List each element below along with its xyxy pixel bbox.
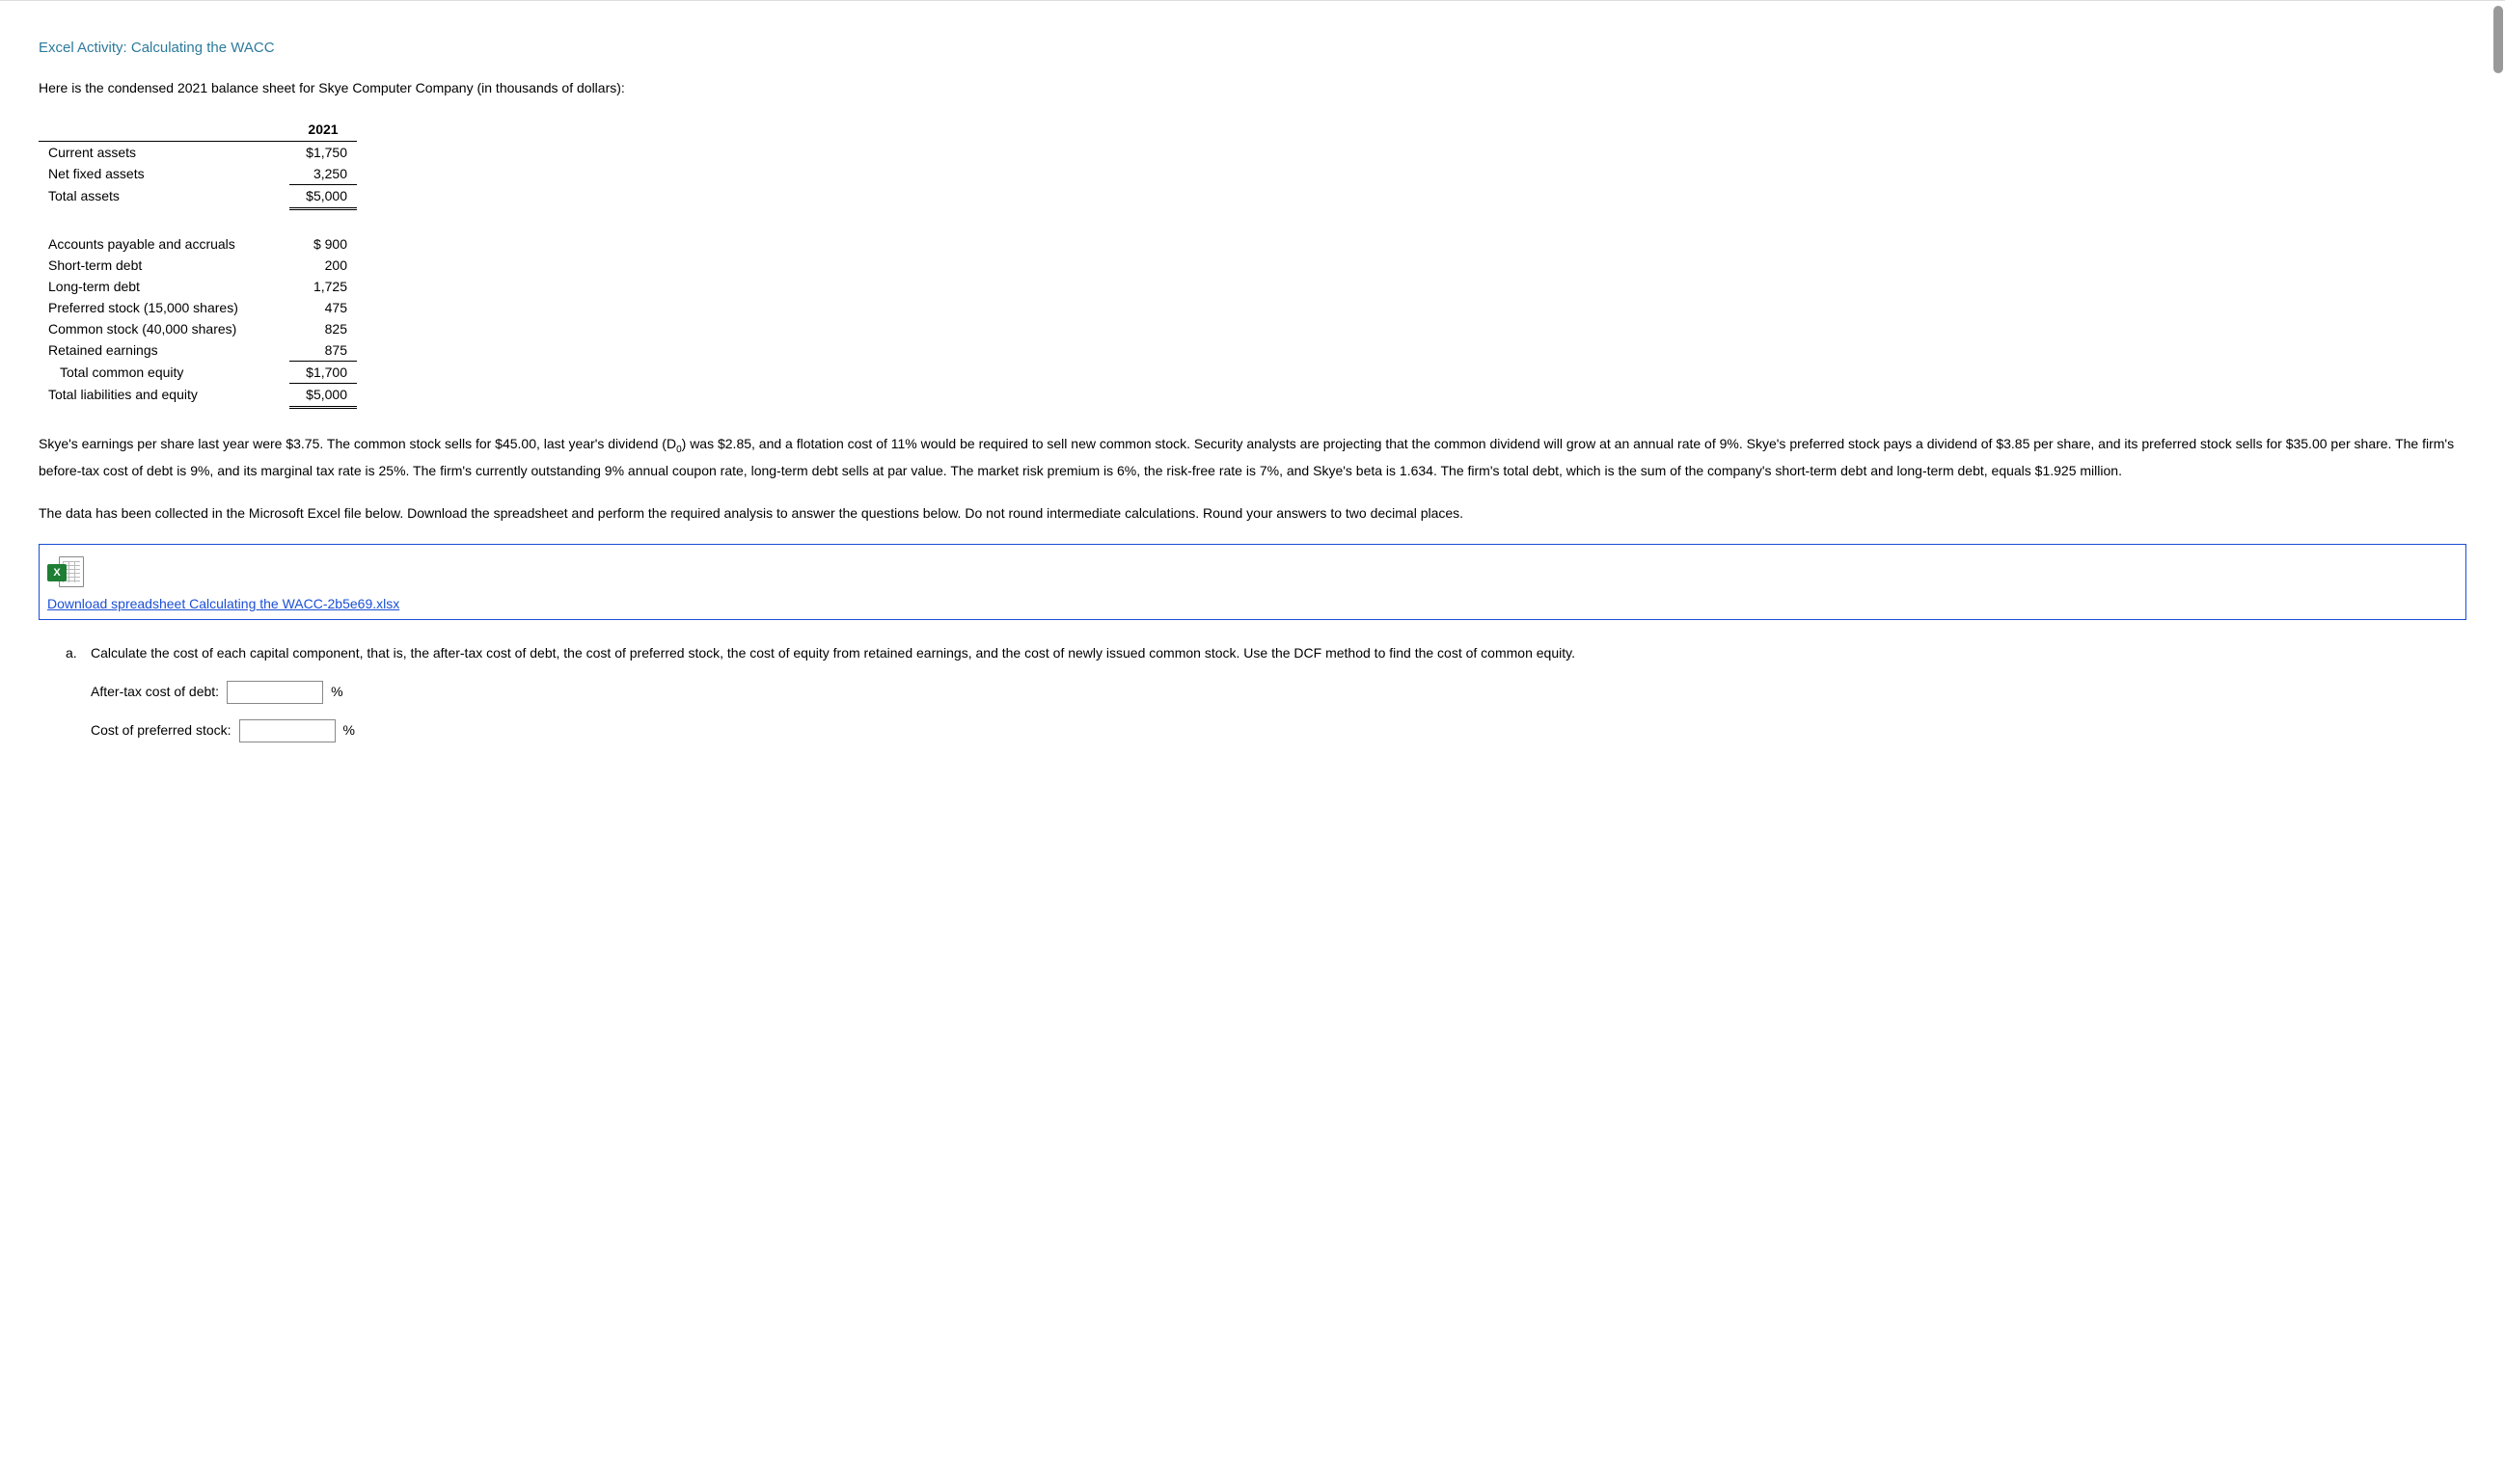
- spacer: [39, 206, 357, 233]
- row-label: Total common equity: [39, 361, 289, 383]
- question-a: a. Calculate the cost of each capital co…: [39, 641, 2466, 743]
- paragraph-1: Skye's earnings per share last year were…: [39, 432, 2466, 484]
- table-row: Common stock (40,000 shares) 825: [39, 318, 357, 339]
- row-label: Current assets: [39, 141, 289, 163]
- row-value: 200: [289, 255, 357, 276]
- row-value: $1,750: [289, 141, 357, 163]
- table-row-subtotal: Total common equity $1,700: [39, 361, 357, 383]
- intro-text: Here is the condensed 2021 balance sheet…: [39, 77, 2466, 100]
- answer-label: Cost of preferred stock:: [91, 718, 231, 743]
- row-label: Short-term debt: [39, 255, 289, 276]
- row-label: Long-term debt: [39, 276, 289, 297]
- table-row-total: Total liabilities and equity $5,000: [39, 383, 357, 405]
- vertical-scrollbar[interactable]: [2491, 0, 2505, 1484]
- answer-row: After-tax cost of debt: %: [66, 680, 2466, 705]
- row-label: Preferred stock (15,000 shares): [39, 297, 289, 318]
- row-value: 825: [289, 318, 357, 339]
- scrollbar-thumb[interactable]: [2493, 6, 2503, 73]
- table-row: Current assets $1,750: [39, 141, 357, 163]
- year-header: 2021: [289, 118, 357, 142]
- answer-label: After-tax cost of debt:: [91, 680, 219, 705]
- download-spreadsheet-link[interactable]: Download spreadsheet Calculating the WAC…: [47, 596, 399, 611]
- table-row: Accounts payable and accruals $ 900: [39, 233, 357, 255]
- cost-preferred-stock-input[interactable]: [239, 719, 336, 742]
- table-header-row: 2021: [39, 118, 357, 142]
- balance-sheet-table: 2021 Current assets $1,750 Net fixed ass…: [39, 118, 357, 405]
- row-label: Common stock (40,000 shares): [39, 318, 289, 339]
- after-tax-cost-debt-input[interactable]: [227, 681, 323, 704]
- table-row: Long-term debt 1,725: [39, 276, 357, 297]
- header-blank: [39, 118, 289, 142]
- row-label: Accounts payable and accruals: [39, 233, 289, 255]
- answer-row: Cost of preferred stock: %: [66, 718, 2466, 743]
- row-value: 1,725: [289, 276, 357, 297]
- paragraph-2: The data has been collected in the Micro…: [39, 501, 2466, 526]
- row-value: $5,000: [289, 184, 357, 206]
- row-label: Total assets: [39, 184, 289, 206]
- row-value: $ 900: [289, 233, 357, 255]
- row-label: Net fixed assets: [39, 163, 289, 185]
- row-label: Total liabilities and equity: [39, 383, 289, 405]
- table-row: Preferred stock (15,000 shares) 475: [39, 297, 357, 318]
- question-text: Calculate the cost of each capital compo…: [91, 641, 1575, 666]
- table-row-total: Total assets $5,000: [39, 184, 357, 206]
- excel-badge-letter: X: [47, 564, 67, 581]
- page-title: Excel Activity: Calculating the WACC: [39, 40, 2466, 56]
- para1-pre: Skye's earnings per share last year were…: [39, 436, 676, 451]
- unit-percent: %: [331, 680, 342, 705]
- excel-file-icon[interactable]: X: [47, 554, 86, 589]
- page-content: Excel Activity: Calculating the WACC Her…: [0, 0, 2505, 763]
- row-value: $1,700: [289, 361, 357, 383]
- row-label: Retained earnings: [39, 339, 289, 362]
- row-value: 3,250: [289, 163, 357, 185]
- row-value: 875: [289, 339, 357, 362]
- row-value: $5,000: [289, 383, 357, 405]
- download-box: X Download spreadsheet Calculating the W…: [39, 544, 2466, 620]
- table-row: Short-term debt 200: [39, 255, 357, 276]
- row-value: 475: [289, 297, 357, 318]
- table-row: Retained earnings 875: [39, 339, 357, 362]
- question-marker: a.: [66, 641, 91, 666]
- unit-percent: %: [343, 718, 355, 743]
- table-row: Net fixed assets 3,250: [39, 163, 357, 185]
